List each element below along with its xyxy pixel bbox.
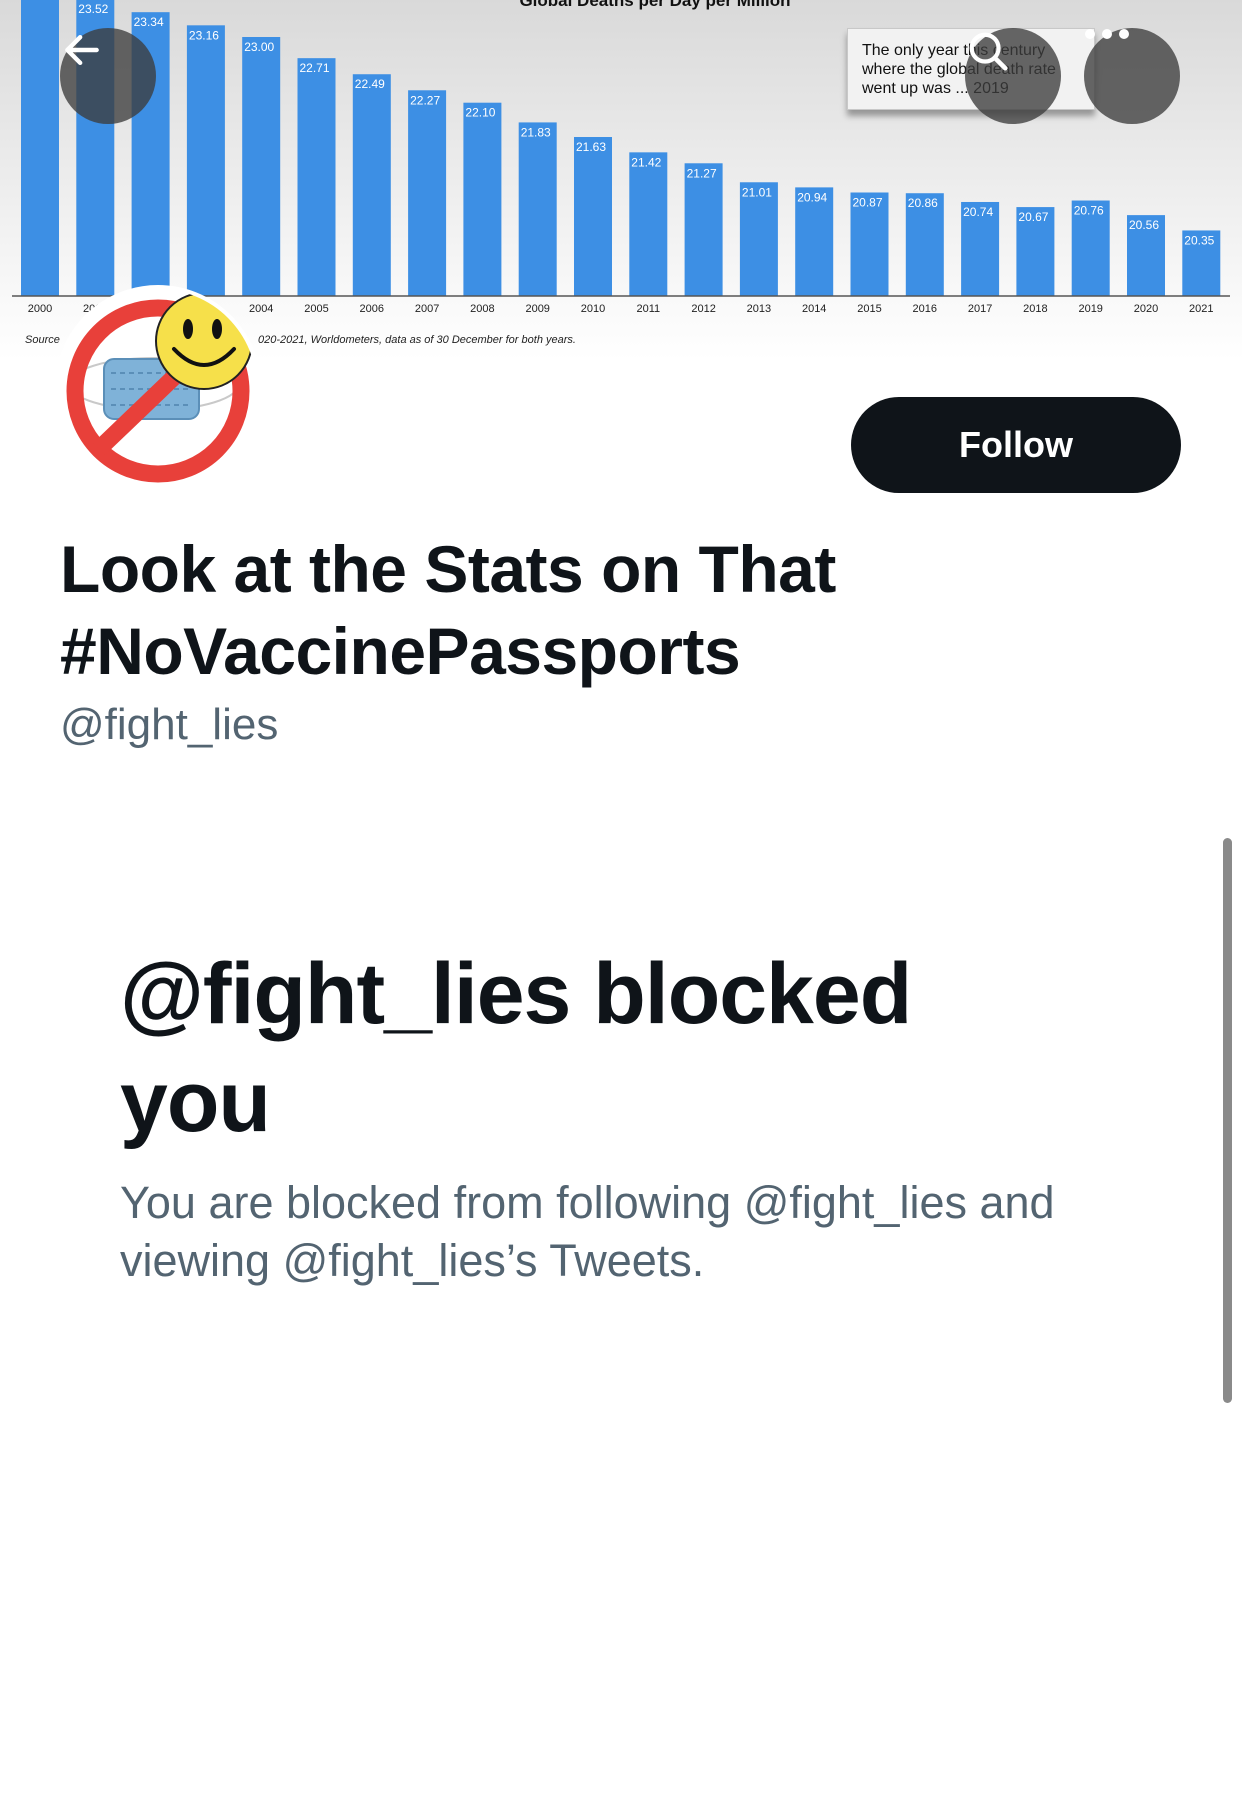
x-tick-label: 2017: [968, 303, 992, 315]
chart-title: Global Deaths per Day per Million: [519, 0, 790, 10]
blocked-message-title: @fight_lies blocked you: [120, 946, 912, 1150]
x-tick-label: 2016: [913, 303, 937, 315]
bar-value-label: 20.67: [1018, 210, 1048, 224]
bar-value-label: 20.74: [963, 205, 993, 219]
bar-value-label: 21.42: [631, 155, 661, 169]
bar-2010: [574, 137, 612, 296]
bar-2003: [186, 25, 225, 296]
bar-value-label: 20.94: [797, 190, 827, 204]
search-icon: [969, 32, 1008, 71]
bar-2005: [297, 58, 336, 296]
bar-value-label: 21.63: [576, 140, 606, 154]
x-tick-label: 2011: [636, 303, 660, 315]
bar-2004: [242, 37, 281, 296]
x-tick-label: 2009: [525, 303, 549, 315]
profile-handle: @fight_lies: [60, 700, 279, 749]
profile-display-name: Look at the Stats on That #NoVaccinePass…: [60, 532, 836, 688]
bar-value-label: 22.10: [465, 106, 495, 120]
x-tick-label: 2005: [304, 303, 328, 315]
x-tick-label: 2018: [1023, 303, 1047, 315]
bar-2011: [629, 152, 668, 296]
no-mask-smiley-avatar-icon: [59, 289, 257, 487]
x-tick-label: 2020: [1134, 303, 1158, 315]
back-button[interactable]: [60, 28, 156, 124]
bar-value-label: 21.27: [687, 166, 717, 180]
bar-2007: [408, 90, 447, 296]
x-tick-label: 2015: [857, 303, 881, 315]
bar-2013: [739, 182, 778, 296]
bar-value-label: 22.71: [300, 61, 330, 75]
x-tick-label: 2000: [28, 303, 52, 315]
more-options-button[interactable]: [1084, 28, 1180, 124]
bar-value-label: 23.52: [78, 2, 108, 16]
bar-value-label: 21.01: [742, 185, 772, 199]
bar-value-label: 21.83: [521, 125, 551, 139]
bar-value-label: 20.86: [908, 196, 938, 210]
bar-2006: [352, 74, 391, 296]
x-tick-label: 2013: [747, 303, 771, 315]
bar-value-label: 20.87: [853, 195, 883, 209]
follow-button[interactable]: Follow: [851, 397, 1181, 493]
bar-value-label: 22.49: [355, 77, 385, 91]
x-tick-label: 2008: [470, 303, 494, 315]
source-left: Source: [25, 334, 60, 346]
x-tick-label: 2012: [691, 303, 715, 315]
bar-value-label: 20.35: [1184, 233, 1214, 247]
avatar[interactable]: [55, 285, 261, 491]
bar-value-label: 20.56: [1129, 218, 1159, 232]
x-tick-label: 2010: [581, 303, 605, 315]
source-right: 020-2021, Worldometers, data as of 30 De…: [258, 334, 576, 346]
bar-value-label: 22.27: [410, 93, 440, 107]
more-horizontal-icon: [1085, 29, 1129, 39]
search-button[interactable]: [965, 28, 1061, 124]
bar-value-label: 23.34: [134, 15, 164, 29]
bar-value-label: 23.00: [244, 40, 274, 54]
bar-2000: [21, 0, 59, 297]
bar-2009: [518, 122, 557, 296]
x-tick-label: 2006: [360, 303, 384, 315]
scrollbar[interactable]: [1223, 838, 1232, 1403]
bar-2012: [684, 163, 723, 296]
bar-value-label: 23.16: [189, 28, 219, 42]
x-tick-label: 2021: [1189, 303, 1213, 315]
blocked-message-description: You are blocked from following @fight_li…: [120, 1177, 1055, 1286]
bar-value-label: 20.76: [1074, 204, 1104, 218]
x-tick-label: 2019: [1078, 303, 1102, 315]
bar-2008: [463, 102, 502, 296]
x-tick-label: 2007: [415, 303, 439, 315]
x-tick-label: 2004: [249, 303, 273, 315]
arrow-left-icon: [65, 34, 99, 66]
x-tick-label: 2014: [802, 303, 826, 315]
